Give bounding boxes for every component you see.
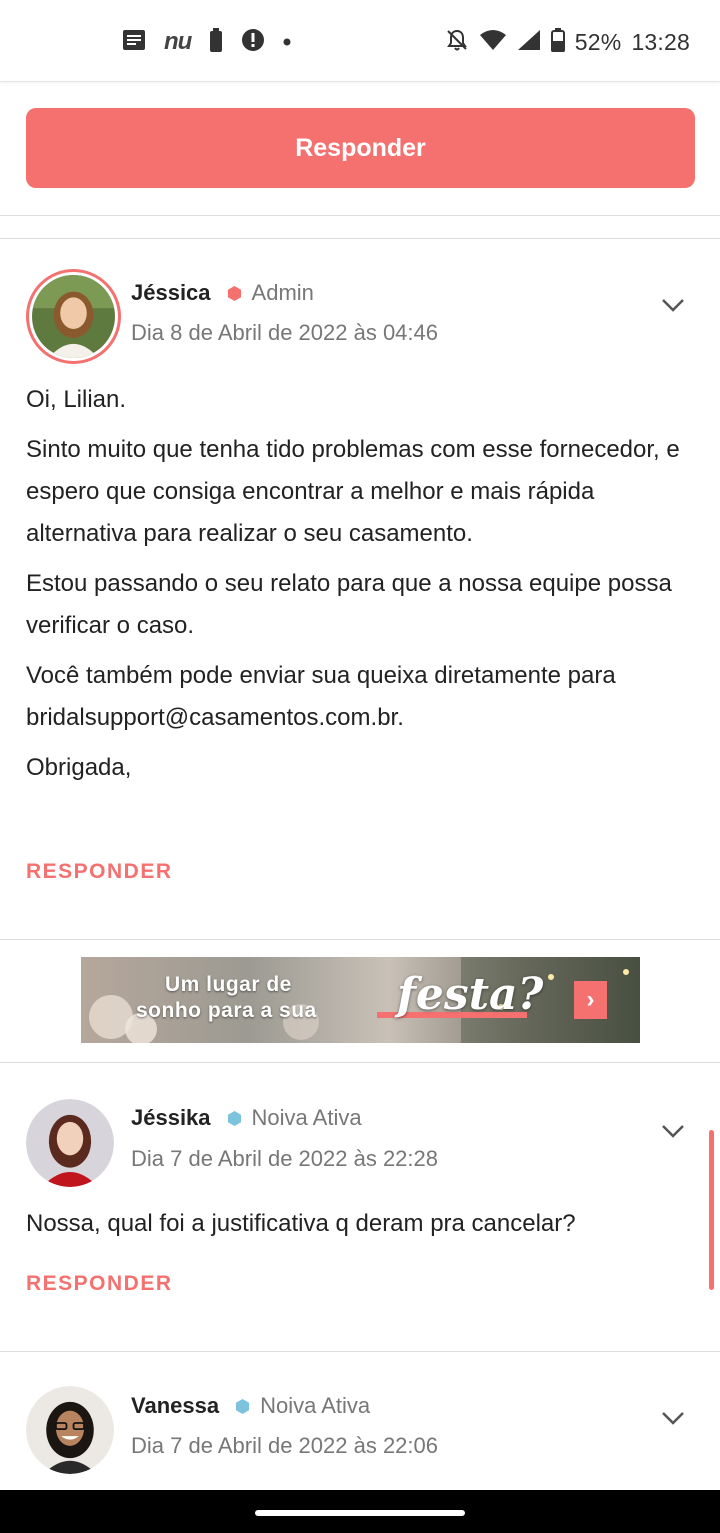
avatar[interactable] [26,1099,114,1187]
reply-link[interactable]: RESPONDER [26,860,173,884]
admin-badge-icon [227,285,241,301]
scrollbar[interactable] [709,1130,714,1290]
more-dot-icon [283,33,291,51]
avatar[interactable] [26,1386,114,1474]
member-badge-icon [227,1110,241,1126]
comment-date: Dia 8 de Abril de 2022 às 04:46 [131,320,439,345]
navigation-bar [0,1490,720,1533]
battery-saver-icon [209,27,223,57]
divider [0,238,720,239]
comment-body: Nossa, qual foi a justificativa q deram … [26,1203,696,1253]
comment-date: Dia 7 de Abril de 2022 às 22:06 [131,1433,439,1458]
reply-link[interactable]: RESPONDER [26,1272,173,1296]
divider [0,1062,720,1063]
divider [0,939,720,940]
chevron-down-icon[interactable] [660,1409,686,1427]
notes-icon [122,29,146,56]
comment-date: Dia 7 de Abril de 2022 às 22:28 [131,1146,439,1171]
battery-icon [550,27,565,57]
author-name[interactable]: Vanessa [131,1393,219,1419]
comment-author: Jéssika Noiva Ativa [131,1105,362,1131]
reply-button[interactable]: Responder [26,108,695,188]
home-gesture-handle[interactable] [255,1510,465,1516]
author-name[interactable]: Jéssica [131,280,211,306]
chevron-down-icon[interactable] [660,1122,686,1140]
comment-paragraph: Você também pode enviar sua queixa diret… [26,662,616,731]
member-badge-icon [236,1398,250,1414]
battery-percent: 52% [574,28,622,55]
author-role: Noiva Ativa [251,1105,362,1130]
ad-text-line1: Um lugar de [165,973,292,996]
comment-body: Oi, Lilian. Sinto muito que tenha tido p… [26,379,696,797]
comment-author: Vanessa Noiva Ativa [131,1393,370,1419]
alert-icon [241,28,265,57]
nubank-icon: nu [164,28,192,55]
signal-icon [517,29,541,56]
status-right-icons: 52% 13:28 [445,27,690,57]
chevron-down-icon[interactable] [660,296,686,314]
comment-author: Jéssica Admin [131,280,314,306]
ad-arrow-button[interactable]: › [574,981,607,1019]
comment-paragraph: Nossa, qual foi a justificativa q deram … [26,1210,576,1237]
divider [0,1351,720,1352]
ad-highlight-text: festa? [397,969,544,1020]
author-name[interactable]: Jéssika [131,1105,211,1131]
avatar[interactable] [26,269,121,364]
status-left-icons: nu [122,27,291,57]
ad-text-line2: sonho para a sua [136,999,317,1022]
author-role: Admin [251,280,314,305]
status-bar: nu 52% 13:28 [0,0,720,82]
comment-paragraph: Oi, Lilian. [26,386,127,413]
clock: 13:28 [631,28,690,55]
divider [0,215,720,216]
comment-paragraph: Estou passando o seu relato para que a n… [26,570,672,639]
notifications-off-icon [445,28,469,57]
ad-banner[interactable]: Um lugar de sonho para a sua festa? › [81,957,640,1043]
comment-paragraph: Obrigada, [26,754,132,781]
wifi-icon [479,29,507,56]
comment-paragraph: Sinto muito que tenha tido problemas com… [26,436,680,547]
author-role: Noiva Ativa [260,1393,371,1418]
